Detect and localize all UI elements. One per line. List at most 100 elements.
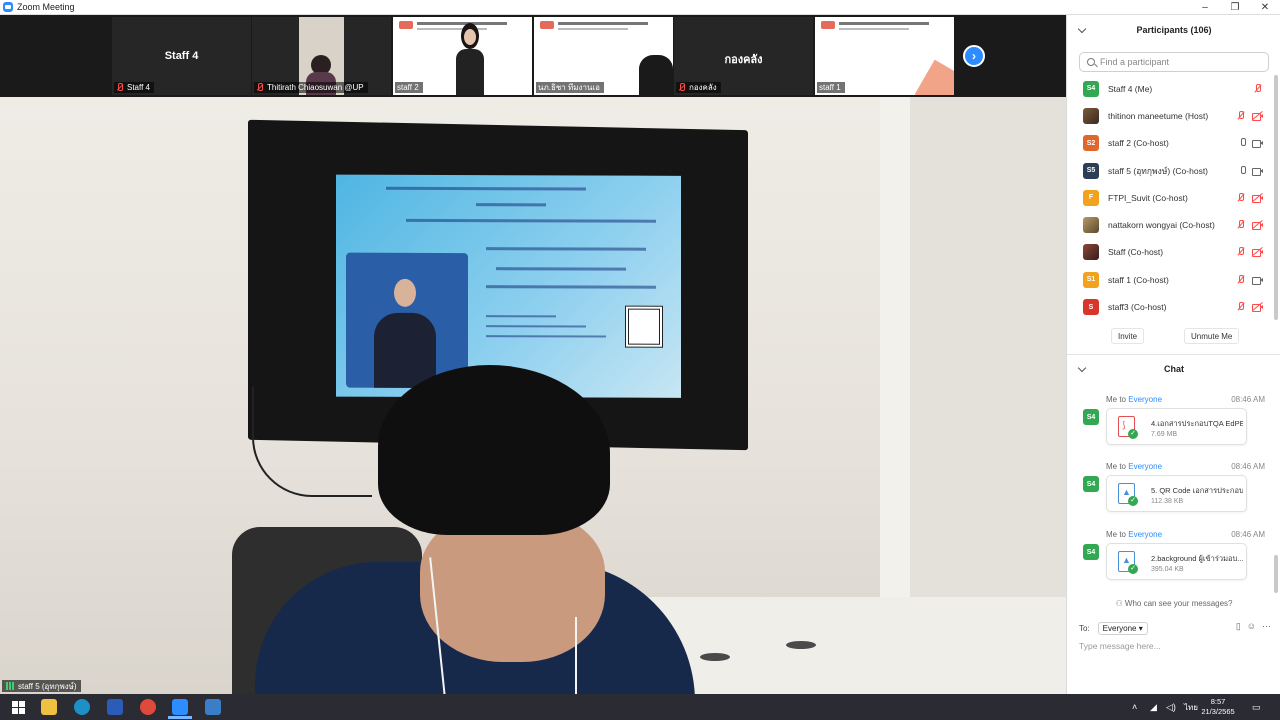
participant-name: nattakorn wongyai (Co-host) <box>1108 220 1215 231</box>
participant-name: thitinon maneetume (Host) <box>1108 110 1209 121</box>
video-camera-icon[interactable] <box>1252 167 1263 176</box>
participant-row[interactable]: S staff3 (Co-host) <box>1067 293 1280 320</box>
chevron-down-icon[interactable] <box>1077 363 1087 373</box>
speaker-name: staff 5 (อุทกุพงษ์) <box>18 681 77 691</box>
chat-header[interactable]: Chat <box>1067 355 1280 383</box>
video-camera-icon[interactable] <box>1252 139 1263 149</box>
participants-scrollbar[interactable] <box>1274 75 1278 320</box>
mic-muted-icon <box>678 83 686 92</box>
network-icon[interactable]: ◢ <box>1150 694 1157 720</box>
chevron-down-icon[interactable] <box>1077 24 1087 34</box>
image-file-icon: ▲ ✓ <box>1118 483 1138 506</box>
participant-list: S4 Staff 4 (Me) thitinon maneetume (Host… <box>1067 75 1280 321</box>
avatar <box>1083 107 1099 124</box>
windows-start-icon[interactable] <box>11 699 27 715</box>
mic-muted-icon[interactable] <box>1237 220 1244 230</box>
next-page-arrow-icon[interactable]: › <box>963 45 985 67</box>
participant-search-input[interactable]: Find a participant <box>1079 52 1269 72</box>
avatar: S4 <box>1083 80 1099 97</box>
more-options-icon[interactable]: ⋯ <box>1262 621 1271 632</box>
presentation-slide-image <box>336 174 681 398</box>
participant-row[interactable]: S5 staff 5 (อุทกุพงษ์) (Co-host) <box>1067 157 1280 184</box>
video-thumbnail[interactable]: Thitirath Chiaosuwan @UP <box>252 17 391 95</box>
to-label: To: <box>1079 623 1090 633</box>
mic-muted-icon[interactable] <box>1237 302 1244 312</box>
participant-row[interactable]: S2 staff 2 (Co-host) <box>1067 130 1280 157</box>
notification-icon[interactable]: ▭ <box>1252 694 1261 720</box>
video-thumbnail[interactable]: Staff 4 Staff 4 <box>112 17 251 95</box>
mic-muted-icon <box>256 83 264 92</box>
video-off-icon[interactable] <box>1252 220 1263 231</box>
participant-row[interactable]: nattakorn wongyai (Co-host) <box>1067 211 1280 238</box>
file-icon[interactable]: ▯ <box>1236 621 1241 632</box>
thumbnail-center-name: Staff 4 <box>164 50 199 62</box>
word-icon[interactable] <box>107 699 123 715</box>
edge-browser-icon[interactable] <box>74 699 90 715</box>
video-thumbnail[interactable]: staff 2 <box>393 17 532 95</box>
mic-icon[interactable] <box>1239 138 1246 148</box>
participant-name: Staff 4 (Me) <box>1108 83 1153 94</box>
file-explorer-icon[interactable] <box>41 699 57 715</box>
video-thumbnail[interactable]: กองคลัง กองคลัง <box>674 17 813 95</box>
participants-header[interactable]: Participants (106) <box>1067 16 1280 44</box>
mic-muted-icon[interactable] <box>1237 110 1244 121</box>
chat-message-input[interactable]: Type message here... <box>1079 641 1271 655</box>
chat-recipient-link[interactable]: Everyone <box>1128 462 1162 471</box>
file-attachment[interactable]: ⟆ ✓ 4.เอกสารประกอบTQA EdPE... 7.69 MB <box>1106 408 1247 445</box>
participant-camera-feed <box>453 21 487 95</box>
invite-button[interactable]: Invite <box>1111 328 1145 344</box>
video-camera-icon[interactable] <box>1252 276 1263 285</box>
chat-recipient-row: To: Everyone ▾ ▯ ☺ ⋯ <box>1079 621 1271 635</box>
minimize-button[interactable]: – <box>1190 0 1220 15</box>
mic-muted-icon[interactable] <box>1237 192 1244 203</box>
chat-timestamp: 08:46 AM <box>1231 395 1265 404</box>
maximize-button[interactable]: ❐ <box>1220 0 1250 15</box>
avatar: S5 <box>1083 162 1099 179</box>
mic-muted-icon[interactable] <box>1237 247 1244 257</box>
mic-icon[interactable] <box>1239 165 1246 176</box>
mic-muted-icon[interactable] <box>1254 83 1261 94</box>
close-button[interactable]: ✕ <box>1250 0 1280 15</box>
thumbnail-label: กองคลัง <box>676 82 721 93</box>
thumbnail-label: staff 2 <box>395 82 423 93</box>
volume-icon[interactable]: ◁) <box>1166 694 1176 720</box>
thumbnail-label: Staff 4 <box>114 82 154 93</box>
participant-name: FTPI_Suvit (Co-host) <box>1108 192 1188 203</box>
video-thumbnail[interactable]: staff 1 <box>815 17 954 95</box>
participant-row[interactable]: Staff (Co-host) <box>1067 239 1280 266</box>
chat-scrollbar[interactable] <box>1274 555 1278 593</box>
emoji-icon[interactable]: ☺ <box>1247 621 1256 632</box>
file-attachment[interactable]: ▲ ✓ 5. QR Code เอกสารประกอบ ... 112.38 KB <box>1106 475 1247 512</box>
video-off-icon[interactable] <box>1252 192 1263 203</box>
unmute-me-button[interactable]: Unmute Me <box>1184 328 1240 344</box>
thumbnail-name: กองคลัง <box>689 83 717 92</box>
chat-recipient-link[interactable]: Everyone <box>1128 395 1162 404</box>
recipient-dropdown[interactable]: Everyone ▾ <box>1097 621 1148 635</box>
taskbar-clock[interactable]: 8:57 21/3/2565 <box>1196 697 1240 717</box>
video-off-icon[interactable] <box>1252 301 1263 313</box>
clock-time: 8:57 <box>1210 697 1226 706</box>
video-off-icon[interactable] <box>1252 247 1263 258</box>
participant-name: staff 2 (Co-host) <box>1108 138 1169 149</box>
windows-taskbar: ˄ ◢ ◁) ไทย 8:57 21/3/2565 ▭ <box>0 694 1280 720</box>
video-thumbnail[interactable]: นภ.ธิชา ทีมงานเอ <box>534 17 673 95</box>
chrome-icon[interactable] <box>140 699 156 715</box>
who-can-see-link[interactable]: ⚇ Who can see your messages? <box>1067 599 1280 608</box>
file-name: 2.background ผู้เข้าร่วมอบ... <box>1151 554 1243 563</box>
chat-sender: Me to Everyone <box>1106 462 1163 471</box>
chat-recipient-link[interactable]: Everyone <box>1128 530 1162 539</box>
video-off-icon[interactable] <box>1252 110 1263 121</box>
speaker-name-label: staff 5 (อุทกุพงษ์) <box>2 680 81 692</box>
participant-row[interactable]: S1 staff 1 (Co-host) <box>1067 266 1280 293</box>
file-size: 395.04 KB <box>1151 566 1184 573</box>
thumbnail-center-name: กองคลัง <box>724 54 763 66</box>
tray-chevron-icon[interactable]: ˄ <box>1132 694 1137 720</box>
zoom-taskbar-icon[interactable] <box>172 699 188 715</box>
file-attachment[interactable]: ▲ ✓ 2.background ผู้เข้าร่วมอบ... 395.04 … <box>1106 543 1247 580</box>
photos-icon[interactable] <box>205 699 221 715</box>
participant-row[interactable]: S4 Staff 4 (Me) <box>1067 75 1280 102</box>
clock-date: 21/3/2565 <box>1201 707 1235 716</box>
mic-muted-icon[interactable] <box>1237 274 1244 285</box>
participant-row[interactable]: F FTPI_Suvit (Co-host) <box>1067 184 1280 211</box>
participant-row[interactable]: thitinon maneetume (Host) <box>1067 102 1280 129</box>
